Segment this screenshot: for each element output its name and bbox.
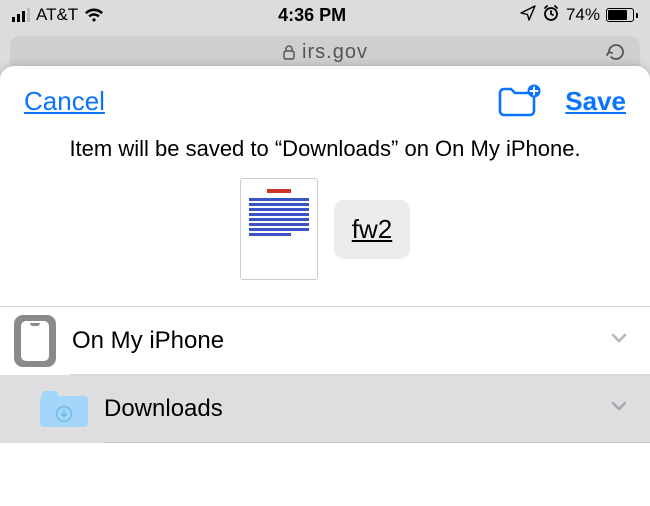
chevron-down-icon: [608, 395, 630, 424]
address-url: irs.gov: [302, 41, 368, 64]
lock-icon: [282, 43, 296, 66]
battery-icon: [606, 8, 638, 22]
signal-icon: [12, 8, 30, 22]
iphone-icon: [14, 315, 56, 367]
sheet-header: Cancel Save: [0, 66, 650, 126]
filename-field[interactable]: fw2: [334, 200, 410, 259]
save-message: Item will be saved to “Downloads” on On …: [0, 126, 650, 168]
preview-row: fw2: [0, 168, 650, 306]
alarm-icon: [542, 4, 560, 27]
save-button[interactable]: Save: [565, 86, 626, 117]
carrier-label: AT&T: [36, 5, 78, 25]
status-left: AT&T: [12, 5, 104, 25]
location-row-downloads[interactable]: Downloads: [0, 375, 650, 443]
cancel-button[interactable]: Cancel: [24, 86, 105, 117]
wifi-icon: [84, 8, 104, 23]
save-sheet: Cancel Save Item will be saved to “Downl…: [0, 66, 650, 506]
location-list: On My iPhone Downloads: [0, 306, 650, 443]
location-row-root[interactable]: On My iPhone: [0, 307, 650, 375]
document-thumbnail[interactable]: [240, 178, 318, 280]
status-time: 4:36 PM: [278, 5, 346, 26]
battery-percent: 74%: [566, 5, 600, 25]
location-arrow-icon: [520, 5, 536, 26]
location-downloads-label: Downloads: [104, 395, 223, 423]
status-bar: AT&T 4:36 PM 74%: [0, 0, 650, 30]
downloads-folder-icon: [40, 391, 88, 427]
new-folder-button[interactable]: [497, 84, 541, 118]
status-right: 74%: [520, 4, 638, 27]
chevron-down-icon: [608, 327, 630, 356]
location-root-label: On My iPhone: [72, 327, 224, 355]
